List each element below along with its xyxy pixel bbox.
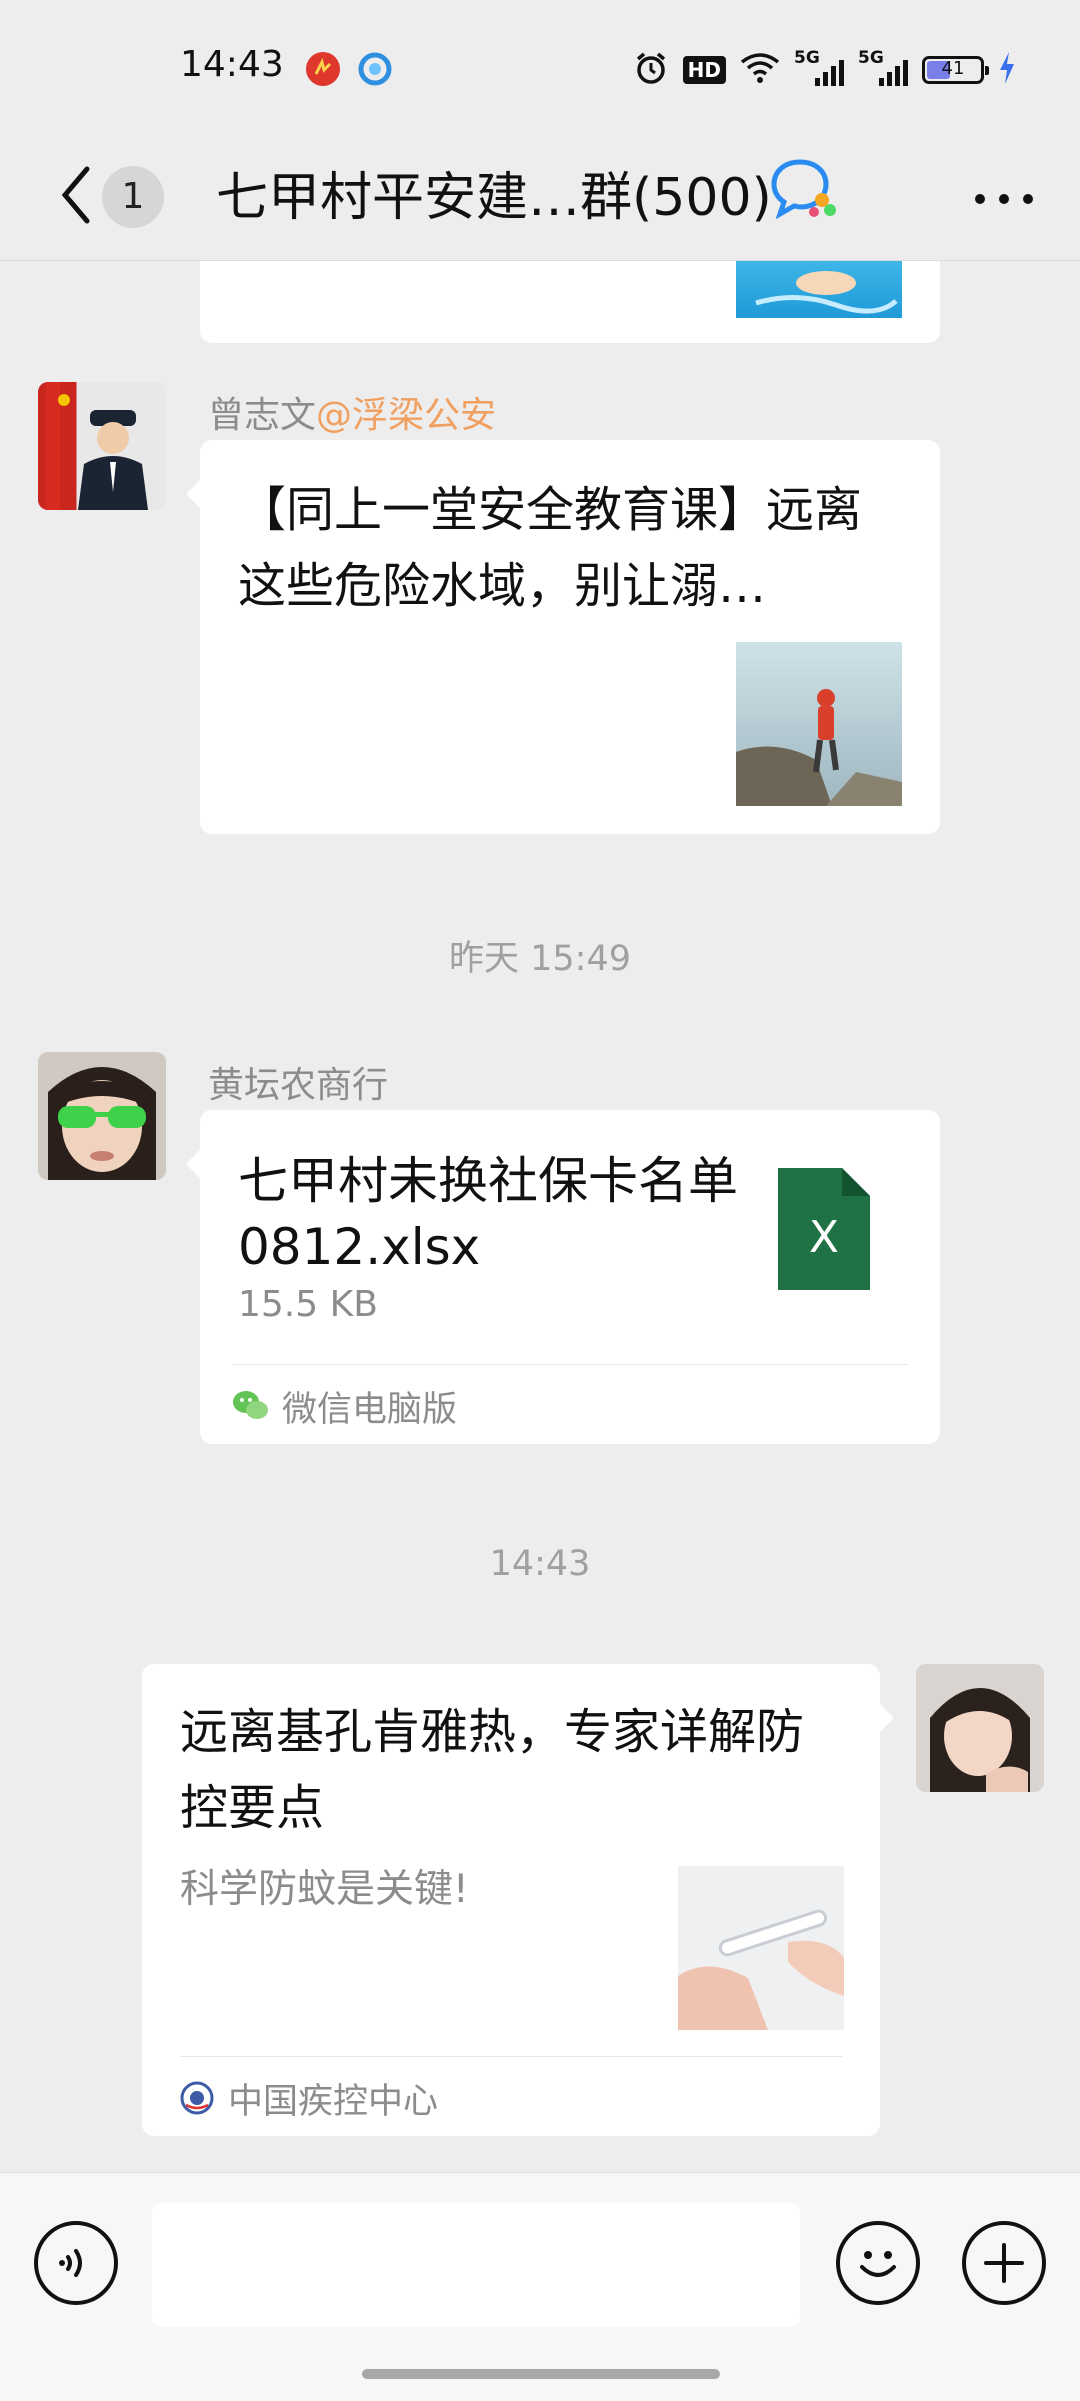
sender-mention: @浮梁公安 bbox=[316, 395, 497, 436]
more-button[interactable] bbox=[966, 174, 1042, 224]
divider bbox=[180, 2056, 842, 2057]
message-source: 中国疾控中心 bbox=[180, 2072, 438, 2124]
timestamp: 昨天 15:49 bbox=[449, 939, 631, 979]
hd-voice-icon: HD bbox=[682, 56, 726, 84]
group-chat-icon bbox=[770, 156, 842, 224]
voice-icon bbox=[59, 2249, 82, 2277]
app-blue-icon bbox=[358, 52, 392, 86]
status-time: 14:43 bbox=[180, 44, 284, 85]
wechat-icon bbox=[233, 1391, 268, 1419]
sender-name: 曾志文@浮梁公安 bbox=[208, 395, 497, 436]
file-name: 七甲村未换社保卡名单0812.xlsx bbox=[238, 1152, 738, 1276]
message-input[interactable] bbox=[152, 2203, 800, 2327]
sender-name: 黄坛农商行 bbox=[208, 1065, 389, 1106]
chat-title: 七甲村平安建…群(500) bbox=[216, 168, 772, 228]
back-button[interactable] bbox=[46, 160, 106, 230]
back-chevron-icon bbox=[61, 166, 90, 224]
message-source: 微信电脑版 bbox=[232, 1380, 457, 1432]
battery-icon: 41 bbox=[922, 56, 989, 84]
emoji-button[interactable] bbox=[836, 2221, 920, 2305]
avatar[interactable] bbox=[38, 1052, 166, 1180]
timestamp: 14:43 bbox=[489, 1544, 591, 1584]
link-thumbnail bbox=[736, 642, 902, 806]
source-label: 微信电脑版 bbox=[282, 1389, 458, 1430]
source-label: 中国疾控中心 bbox=[228, 2081, 439, 2122]
more-functions-button[interactable] bbox=[962, 2221, 1046, 2305]
file-size: 15.5 KB bbox=[238, 1284, 378, 1325]
link-card-outgoing[interactable]: 远离基孔肯雅热，专家详解防控要点 科学防蚊是关键! 中国疾控中心 bbox=[142, 1664, 894, 2136]
file-message-card[interactable]: 七甲村未换社保卡名单0812.xlsx 15.5 KB X 微信电脑版 bbox=[186, 1110, 940, 1444]
input-bar bbox=[0, 2172, 1080, 2401]
link-title: 【同上一堂安全教育课】远离这些危险水域，别让溺… bbox=[238, 482, 863, 614]
signal-icon: 5G bbox=[858, 48, 908, 90]
excel-file-icon: X bbox=[778, 1168, 870, 1290]
emoji-icon bbox=[860, 2251, 896, 2277]
signal-icon: 5G bbox=[794, 48, 844, 90]
status-bar: 14:43 HD 5G 5G 41 bbox=[0, 0, 1080, 138]
avatar[interactable] bbox=[916, 1664, 1044, 1792]
more-icon bbox=[975, 194, 1033, 204]
avatar[interactable] bbox=[38, 382, 166, 510]
link-title: 远离基孔肯雅热，专家详解防控要点 bbox=[180, 1704, 805, 1836]
link-thumbnail bbox=[678, 1866, 844, 2030]
cdc-logo-icon bbox=[180, 2081, 214, 2115]
plus-icon bbox=[984, 2243, 1024, 2283]
home-indicator[interactable] bbox=[362, 2369, 720, 2379]
unread-count-badge[interactable]: 1 bbox=[102, 166, 164, 228]
file-type-letter: X bbox=[808, 1212, 840, 1263]
divider bbox=[232, 1364, 908, 1365]
swimming-thumbnail bbox=[736, 261, 902, 318]
wifi-icon bbox=[740, 52, 780, 88]
app-red-icon bbox=[306, 52, 340, 86]
previous-link-card[interactable] bbox=[200, 261, 940, 343]
alarm-icon bbox=[633, 50, 669, 90]
voice-button[interactable] bbox=[34, 2221, 118, 2305]
chat-header: 1 七甲村平安建…群(500) bbox=[0, 138, 1080, 261]
charging-icon bbox=[998, 51, 1016, 89]
link-card-safety[interactable]: 【同上一堂安全教育课】远离这些危险水域，别让溺… bbox=[186, 440, 940, 834]
link-description: 科学防蚊是关键! bbox=[180, 1867, 469, 1912]
